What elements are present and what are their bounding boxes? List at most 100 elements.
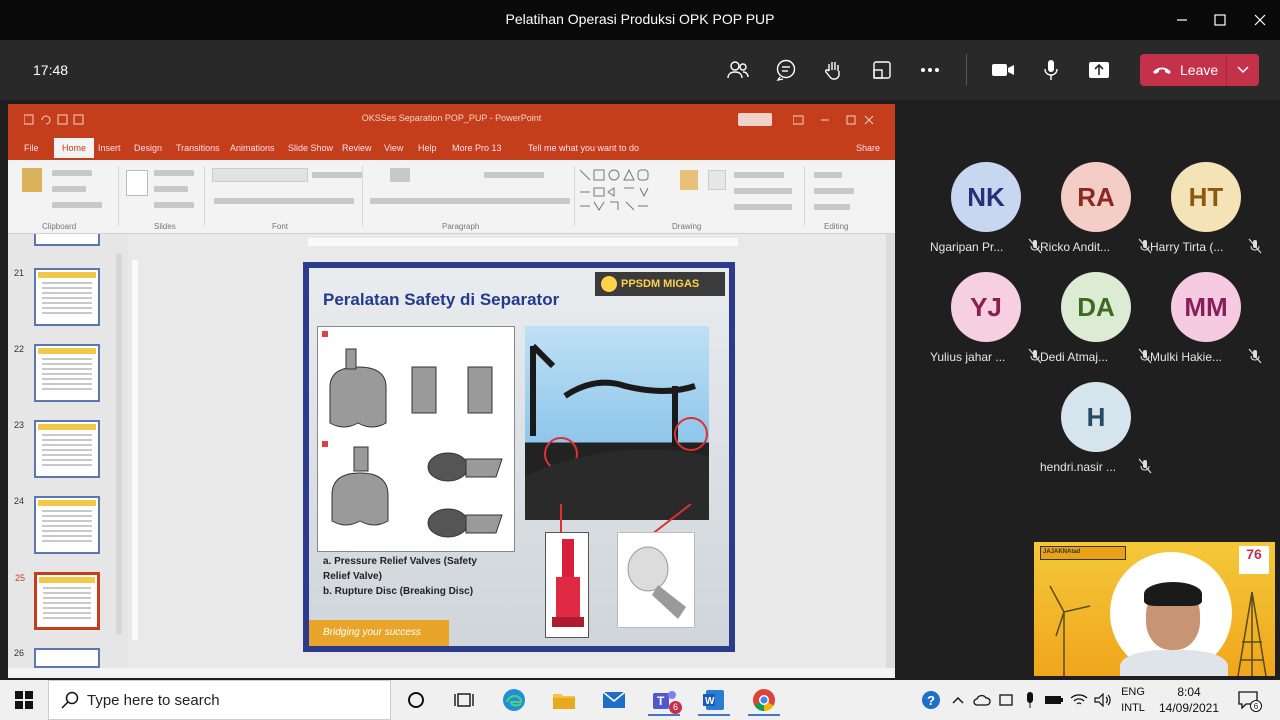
separator-photo	[525, 326, 709, 520]
participant-tile[interactable]: H hendri.nasir ...	[1040, 382, 1152, 492]
ppt-status-bar	[8, 668, 895, 678]
chrome-taskbar-button[interactable]	[748, 684, 780, 716]
participant-tile[interactable]: YJ Yulius jahar ...	[930, 272, 1042, 382]
system-clock[interactable]: 8:04 14/09/2021	[1146, 684, 1232, 716]
leave-button[interactable]: Leave	[1140, 54, 1259, 86]
window-titlebar: Pelatihan Operasi Produksi OPK POP PUP	[0, 0, 1280, 40]
vertical-ruler	[132, 260, 138, 640]
maximize-button[interactable]	[1200, 0, 1240, 40]
tab-home[interactable]: Home	[54, 138, 95, 158]
hang-up-icon	[1153, 67, 1171, 74]
canvas-scrollbar[interactable]	[886, 234, 895, 668]
edge-taskbar-button[interactable]	[498, 684, 530, 716]
tab-insert[interactable]: Insert	[98, 143, 121, 153]
ppt-share-button[interactable]: Share	[856, 143, 880, 153]
tab-help[interactable]: Help	[418, 143, 437, 153]
arrange-icon[interactable]	[680, 170, 698, 190]
windows-taskbar: Type here to search T 6 W ? ENG INTL 8:0…	[0, 680, 1280, 720]
ribbon-group-font: Font	[272, 222, 289, 231]
tab-animations[interactable]: Animations	[230, 143, 275, 153]
volume-button[interactable]	[1092, 680, 1114, 720]
participant-tile[interactable]: NK Ngaripan Pr...	[930, 162, 1042, 272]
onedrive-button[interactable]	[970, 680, 994, 720]
more-actions-button[interactable]	[914, 54, 946, 86]
quick-styles-icon[interactable]	[708, 170, 726, 190]
muted-mic-icon	[1248, 238, 1262, 254]
slide-thumbnail-partial[interactable]	[34, 234, 100, 246]
cloud-icon	[973, 694, 991, 706]
participant-tile[interactable]: RA Ricko Andit...	[1040, 162, 1152, 272]
participants-button[interactable]	[722, 54, 754, 86]
meeting-toolbar: 17:48 Leave	[0, 40, 1280, 100]
participant-name: Yulius jahar ...	[930, 350, 1006, 364]
paste-icon[interactable]	[22, 168, 42, 192]
window-title: Pelatihan Operasi Produksi OPK POP PUP	[505, 11, 775, 27]
file-explorer-button[interactable]	[548, 684, 580, 716]
cortana-button[interactable]	[400, 684, 432, 716]
task-view-button[interactable]	[448, 684, 480, 716]
slide-thumbnail[interactable]: 23	[14, 420, 100, 478]
caption-a-continued: Relief Valve)	[323, 571, 382, 582]
font-name-box[interactable]	[212, 168, 308, 182]
participant-tile[interactable]: MM Mulki Hakie...	[1150, 272, 1262, 382]
tab-design[interactable]: Design	[134, 143, 162, 153]
minimize-button[interactable]	[1162, 0, 1202, 40]
tell-me-search[interactable]: Tell me what you want to do	[528, 143, 639, 153]
avatar: YJ	[951, 272, 1021, 342]
rooms-button[interactable]	[866, 54, 898, 86]
battery-button[interactable]	[1042, 680, 1066, 720]
tab-review[interactable]: Review	[342, 143, 372, 153]
thumbnails-scrollbar[interactable]	[116, 254, 122, 634]
close-window-button[interactable]	[1240, 0, 1280, 40]
presenter-body	[1120, 650, 1228, 676]
slide-thumbnail[interactable]: 24	[14, 496, 100, 554]
tab-transitions[interactable]: Transitions	[176, 143, 220, 153]
participant-name: Ngaripan Pr...	[930, 240, 1004, 254]
slide-thumbnail[interactable]: 26	[14, 648, 100, 668]
taskbar-search[interactable]: Type here to search	[48, 680, 391, 720]
tab-file[interactable]: File	[24, 143, 39, 153]
microphone-button[interactable]	[1035, 54, 1067, 86]
participant-tile[interactable]: DA Dedi Atmaj...	[1040, 272, 1152, 382]
tab-view[interactable]: View	[384, 143, 403, 153]
mic-in-use-indicator[interactable]	[1020, 680, 1040, 720]
ppt-sign-in-button[interactable]	[738, 113, 772, 126]
start-button[interactable]	[0, 680, 48, 720]
share-screen-button[interactable]	[1083, 54, 1115, 86]
teams-taskbar-button[interactable]: T 6	[648, 684, 682, 716]
participant-tile[interactable]: HT Harry Tirta (...	[1150, 162, 1262, 272]
ribbon-group-paragraph: Paragraph	[442, 222, 480, 231]
input-language-button[interactable]: ENG INTL	[1116, 680, 1150, 720]
leave-divider	[1226, 54, 1227, 86]
raise-hand-button[interactable]	[818, 54, 850, 86]
clock-date: 14/09/2021	[1158, 701, 1220, 715]
microphone-icon	[1044, 60, 1058, 80]
avatar: HT	[1171, 162, 1241, 232]
keyboard-layout: INTL	[1121, 702, 1145, 714]
teams-badge: 6	[669, 701, 682, 714]
notifications-button[interactable]: 6	[1234, 680, 1262, 720]
slide-body: Peralatan Safety di Separator PPSDM MIGA…	[309, 268, 729, 646]
slide-thumbnail-selected[interactable]: 25	[15, 572, 100, 630]
help-button[interactable]: ?	[918, 680, 944, 720]
event-banner: JAJAKNAtad	[1040, 546, 1126, 560]
new-slide-icon[interactable]	[126, 170, 148, 196]
network-button[interactable]	[1068, 680, 1090, 720]
paragraph-tools[interactable]	[390, 168, 410, 182]
tab-slide-show[interactable]: Slide Show	[288, 143, 333, 153]
show-hidden-icons-button[interactable]	[948, 680, 968, 720]
chevron-down-icon[interactable]	[1237, 66, 1249, 74]
self-video-tile[interactable]: JAJAKNAtad 76	[1034, 542, 1275, 676]
word-taskbar-button[interactable]: W	[698, 684, 730, 716]
slide-thumbnails-pane: 21 22 23 24 25 26	[8, 234, 128, 668]
slide-thumbnail[interactable]: 21	[14, 268, 100, 326]
folder-icon	[553, 694, 575, 709]
shapes-gallery-icon[interactable]	[578, 168, 668, 212]
slide-thumbnail[interactable]: 22	[14, 344, 100, 402]
chat-button[interactable]	[770, 54, 802, 86]
meet-now-button[interactable]	[996, 680, 1018, 720]
tab-more-pro[interactable]: More Pro 13	[452, 143, 502, 153]
camera-button[interactable]	[987, 54, 1019, 86]
mail-button[interactable]	[598, 684, 630, 716]
slide-footer-band: Bridging your success	[309, 620, 449, 646]
